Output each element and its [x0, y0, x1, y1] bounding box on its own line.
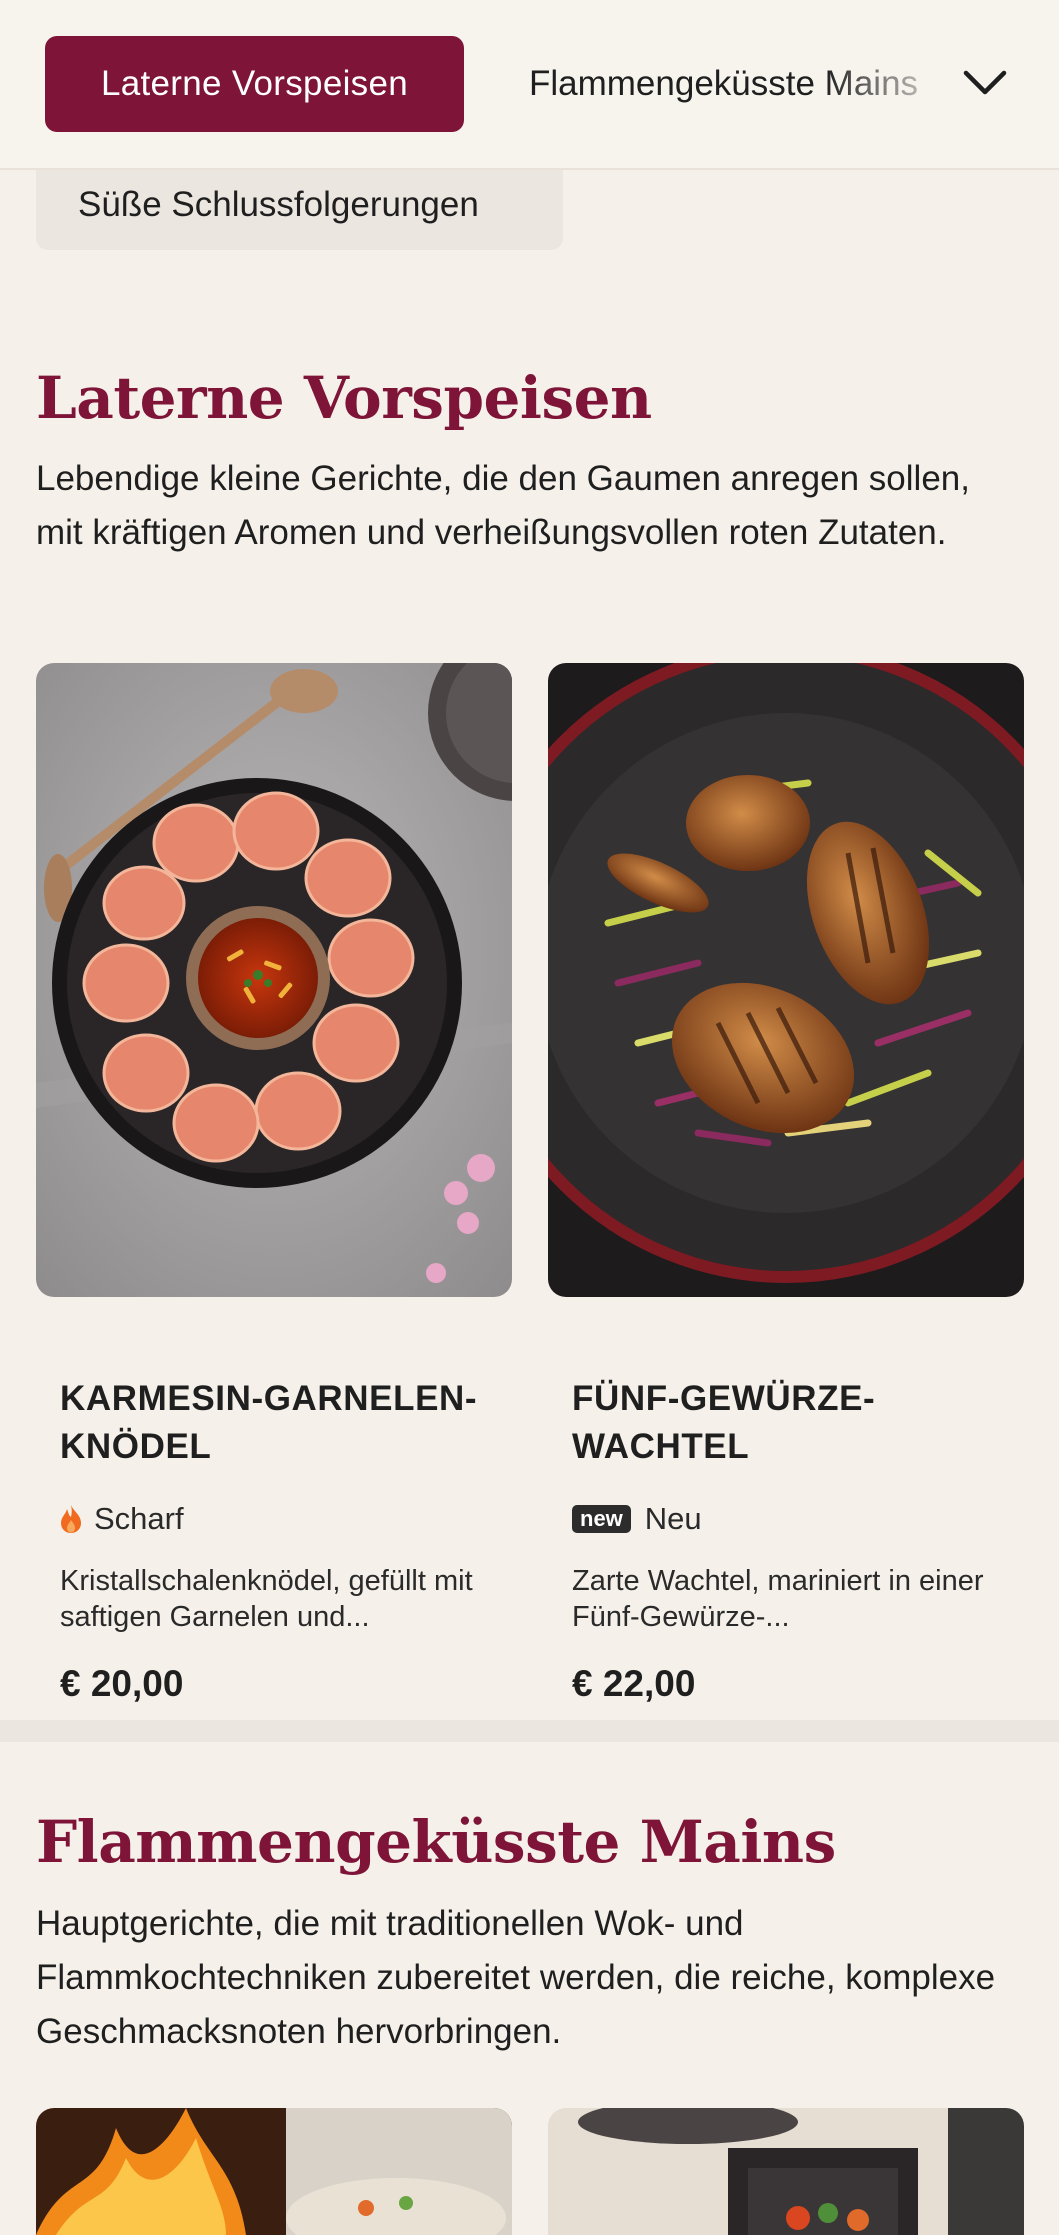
section-description-vorspeisen: Lebendige kleine Gerichte, die den Gaume… — [36, 459, 970, 552]
section-description-mains: Hauptgerichte, die mit traditionellen Wo… — [36, 1904, 996, 2051]
dish-description: Zarte Wachtel, mariniert in einer Fünf-G… — [572, 1565, 984, 1633]
new-badge: new Neu — [572, 1499, 702, 1539]
menu-card-main-2[interactable] — [548, 2108, 1024, 2235]
new-tag: new — [572, 1505, 631, 1533]
badge-label: Neu — [644, 1501, 702, 1536]
menu-card-fuenf-gewuerze-wachtel[interactable]: FÜNF-GEWÜRZE-WACHTEL new Neu Zarte Wacht… — [548, 663, 1024, 1704]
menu-card-karmesin-garnelen-knoedel[interactable]: KARMESIN-GARNELEN-KNÖDEL Scharf Kristall… — [36, 663, 512, 1704]
nav-tab-laterne-vorspeisen[interactable]: Laterne Vorspeisen — [45, 36, 464, 132]
chevron-down-icon[interactable] — [960, 60, 1010, 106]
dish-name: FÜNF-GEWÜRZE-WACHTEL — [572, 1379, 876, 1466]
dish-price: € 22,00 — [572, 1663, 696, 1704]
menu-card-main-1[interactable] — [36, 2108, 512, 2235]
dish-name: KARMESIN-GARNELEN-KNÖDEL — [60, 1379, 478, 1466]
nav-tab-suesse-schlussfolgerungen[interactable]: Süße Schlussfolgerungen — [36, 160, 563, 250]
stir-fry-image — [548, 2108, 1024, 2235]
spicy-badge: Scharf — [60, 1499, 184, 1539]
category-nav: Laterne Vorspeisen Flammengeküsste Mains — [0, 0, 1059, 170]
section-title-vorspeisen: Laterne Vorspeisen — [36, 364, 652, 432]
dish-price: € 20,00 — [60, 1663, 184, 1704]
badge-label: Scharf — [94, 1501, 184, 1536]
section-title-mains: Flammengeküsste Mains — [36, 1808, 836, 1876]
flame-wok-image — [36, 2108, 512, 2235]
section-divider — [0, 1720, 1059, 1742]
quail-image — [548, 663, 1024, 1297]
flame-icon — [60, 1504, 82, 1534]
nav-tab-flammengekuesste-mains[interactable]: Flammengeküsste Mains — [529, 36, 939, 132]
dish-description: Kristallschalenknödel, gefüllt mit safti… — [60, 1565, 473, 1633]
dumplings-image — [36, 663, 512, 1297]
